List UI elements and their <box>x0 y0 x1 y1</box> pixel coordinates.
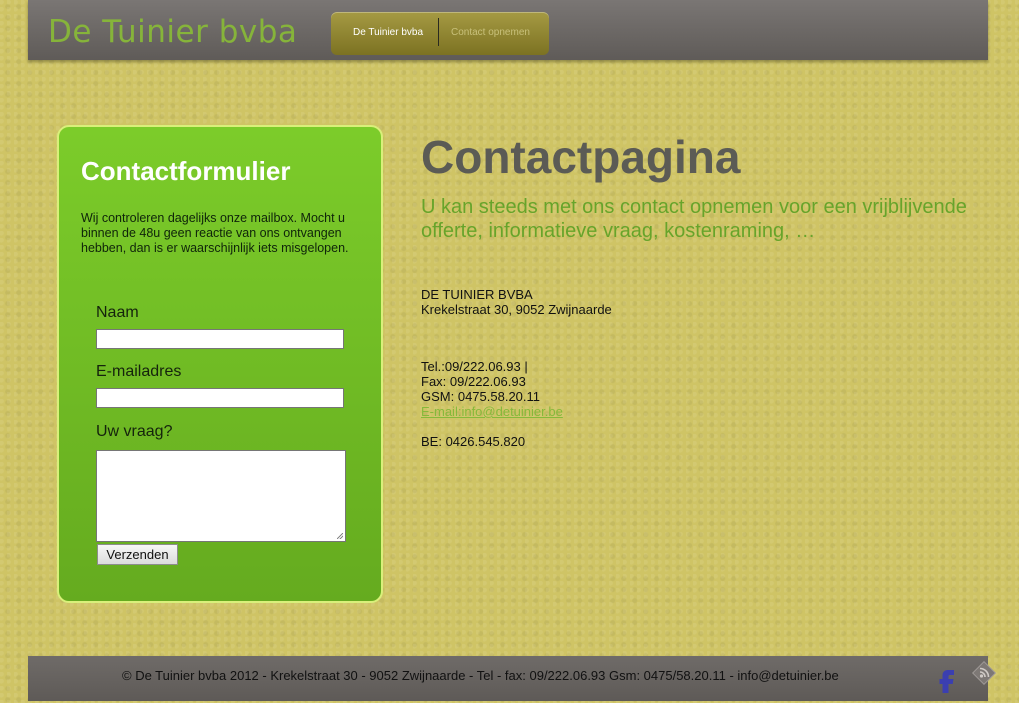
email-input[interactable] <box>96 388 344 408</box>
nav-divider <box>438 18 439 46</box>
site-footer: © De Tuinier bvba 2012 - Krekelstraat 30… <box>28 656 997 701</box>
main-nav: De Tuinier bvba Contact opnemen <box>331 12 549 55</box>
company-address: Krekelstraat 30, 9052 Zwijnaarde <box>421 302 612 317</box>
email-label: E-mailadres <box>96 363 182 380</box>
gsm-number: GSM: 0475.58.20.11 <box>421 389 541 404</box>
email-link[interactable]: E-mail:info@detuinier.be <box>421 404 563 419</box>
site-header: De Tuinier bvba De Tuinier bvba Contact … <box>28 0 988 60</box>
nav-item-contact[interactable]: Contact opnemen <box>451 27 530 38</box>
vat-number: BE: 0426.545.820 <box>421 434 526 449</box>
page-subtitle: U kan steeds met ons contact opnemen voo… <box>421 196 967 242</box>
fax-number: Fax: 09/222.06.93 <box>421 374 526 389</box>
form-intro: Wij controleren dagelijks onze mailbox. … <box>81 211 349 255</box>
company-name: DE TUINIER BVBA <box>421 287 533 302</box>
name-label: Naam <box>96 304 139 321</box>
nav-item-home[interactable]: De Tuinier bvba <box>353 27 423 38</box>
form-title: Contactformulier <box>81 156 291 186</box>
facebook-icon[interactable] <box>932 666 960 694</box>
question-label: Uw vraag? <box>96 423 173 440</box>
site-logo[interactable]: De Tuinier bvba <box>48 14 297 50</box>
footer-text: © De Tuinier bvba 2012 - Krekelstraat 30… <box>122 668 839 683</box>
phone-number: Tel.:09/222.06.93 | <box>421 359 528 374</box>
question-textarea[interactable] <box>96 450 346 542</box>
submit-button[interactable]: Verzenden <box>97 544 178 565</box>
page-title: Contactpagina <box>421 131 741 183</box>
rss-icon[interactable] <box>972 661 998 687</box>
name-input[interactable] <box>96 329 344 349</box>
contact-form-panel: Contactformulier Wij controleren dagelij… <box>57 125 383 603</box>
resize-handle-icon[interactable] <box>337 533 343 539</box>
